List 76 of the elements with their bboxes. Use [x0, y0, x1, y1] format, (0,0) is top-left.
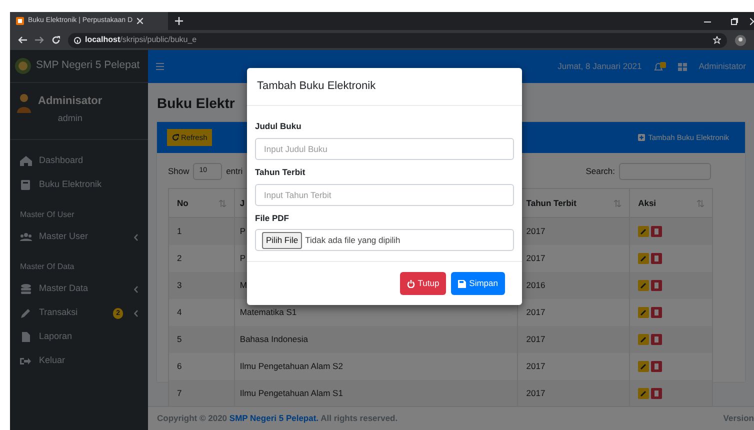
page-title: Buku Elektr [157, 94, 236, 113]
input-field[interactable]: Input Tahun Terbit [255, 184, 514, 206]
home-icon [20, 156, 32, 166]
edit-button[interactable] [638, 280, 650, 291]
show-label: Show [168, 165, 190, 178]
delete-button[interactable] [651, 360, 662, 372]
users-icon [20, 232, 32, 242]
table-cell: Bahasa Indonesia [234, 326, 518, 352]
delete-button[interactable] [651, 388, 662, 399]
close-icon[interactable] [750, 18, 754, 24]
url-text[interactable]: localhost/skripsi/public/buku_e [85, 34, 197, 46]
save-icon [458, 280, 466, 288]
delete-button[interactable] [651, 252, 662, 264]
section-header: Master Of User [19, 209, 76, 221]
edit-button[interactable] [638, 388, 650, 399]
date-text: Jumat, 8 Januari 2021 [558, 60, 642, 73]
sidebar-item[interactable]: Keluar [10, 349, 148, 373]
book-icon [20, 180, 32, 190]
close-icon[interactable] [136, 18, 143, 24]
section-header: Master Of Data [19, 261, 76, 273]
profile-avatar-icon[interactable] [735, 34, 746, 46]
delete-button[interactable] [651, 334, 662, 345]
sign-out-icon [20, 356, 32, 366]
table-cell: 7 [168, 380, 234, 406]
user-avatar-icon [16, 93, 32, 113]
brand-name[interactable]: SMP Negeri 5 Pelepat [36, 58, 140, 74]
reload-icon[interactable] [52, 36, 60, 44]
pencil-icon [20, 308, 32, 318]
delete-button[interactable] [651, 280, 662, 291]
version-label: Version [723, 412, 754, 425]
field-label: Judul Buku [255, 120, 302, 133]
user-name: Adminisator [38, 94, 102, 109]
search-field[interactable] [619, 163, 711, 180]
file-input[interactable]: Pilih File Tidak ada file yang dipilih [255, 229, 514, 252]
page-icon [16, 17, 24, 25]
forward-icon[interactable] [35, 36, 44, 44]
user-menu[interactable]: Administator [698, 60, 746, 73]
table-cell: 3 [168, 272, 234, 298]
sidebar-item[interactable]: Laporan [10, 325, 148, 349]
edit-button[interactable] [638, 334, 650, 345]
sidebar-item[interactable]: Master Data [10, 277, 148, 301]
table-cell: 1 [168, 218, 234, 244]
restore-icon[interactable] [731, 18, 738, 24]
database-icon [20, 284, 32, 294]
copyright-text: Copyright © 2020 SMP Negeri 5 Pelepat. All rights reserved. [157, 412, 398, 425]
file-icon [20, 332, 32, 342]
column-header[interactable]: No [168, 188, 234, 218]
field-label: Tahun Terbit [255, 166, 306, 178]
table-cell: 5 [168, 326, 234, 352]
entries-label: entri [226, 165, 243, 178]
user-role: admin [56, 112, 84, 124]
sidebar-item[interactable]: Master User [10, 225, 148, 249]
edit-button[interactable] [638, 306, 650, 318]
delete-button[interactable] [651, 226, 662, 238]
input-field[interactable]: Input Judul Buku [255, 138, 514, 160]
power-icon [406, 280, 415, 288]
star-icon[interactable] [713, 36, 721, 44]
edit-button[interactable] [638, 360, 650, 372]
edit-button[interactable] [638, 252, 650, 264]
save-button[interactable]: Simpan [451, 272, 505, 295]
delete-button[interactable] [651, 306, 662, 318]
table-cell: 2017 [518, 326, 630, 352]
school-logo-icon [15, 58, 31, 74]
sidebar-item[interactable]: Buku Elektronik [10, 173, 148, 197]
edit-button[interactable] [638, 226, 650, 238]
info-icon [74, 36, 81, 44]
modal-title: Tambah Buku Elektronik [247, 68, 522, 106]
table-cell: 2017 [518, 380, 630, 406]
sidebar-item[interactable]: Dashboard [10, 149, 148, 173]
plus-square-icon [638, 134, 646, 141]
search-label: Search: [586, 165, 615, 178]
close-button[interactable]: Tutup [400, 272, 446, 295]
table-cell: Ilmu Pengetahuan Alam S1 [234, 380, 518, 406]
refresh-icon [172, 134, 179, 141]
back-icon[interactable] [18, 36, 27, 44]
new-tab-icon[interactable] [175, 17, 183, 25]
